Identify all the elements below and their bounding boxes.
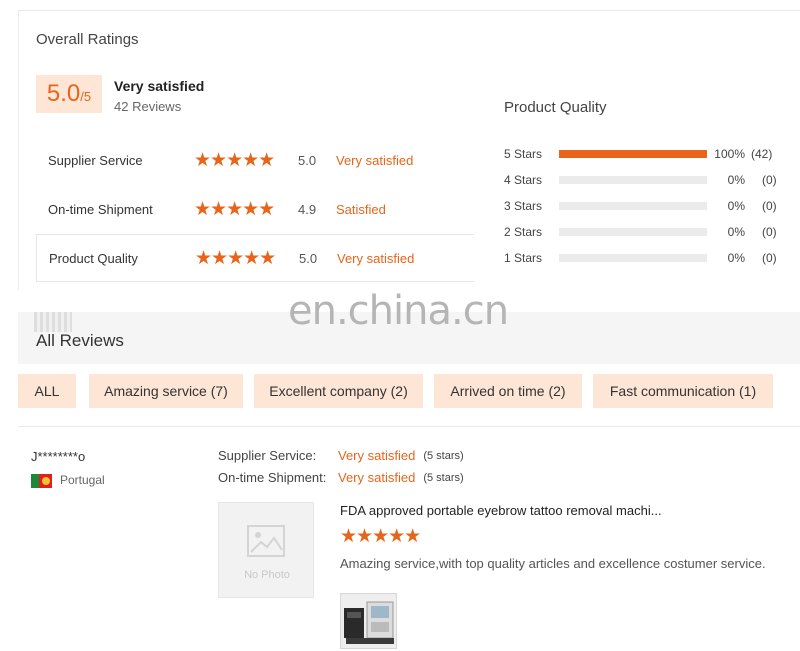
- filter-chip-amazing-service[interactable]: Amazing service (7): [89, 374, 243, 408]
- watermark: en.china.cn: [288, 288, 509, 334]
- star-distribution-bar: [559, 254, 707, 262]
- rating-label: Satisfied: [336, 201, 386, 217]
- star-distribution-percent: 100%: [714, 147, 745, 161]
- rating-value: 4.9: [298, 201, 317, 217]
- review-shipment-value: Very satisfied: [338, 470, 416, 485]
- filter-chip-all[interactable]: ALL: [18, 374, 76, 408]
- star-distribution-bar: [559, 202, 707, 210]
- rating-label: Very satisfied: [337, 250, 415, 266]
- filter-divider: [18, 426, 800, 427]
- star-distribution-label: 5 Stars: [504, 147, 543, 161]
- star-rating-icon: ★★★★★: [195, 247, 276, 269]
- rating-label: Very satisfied: [336, 152, 414, 168]
- review-supplier-service: Supplier Service: Very satisfied (5 star…: [218, 448, 464, 463]
- rating-row-supplier-service: Supplier Service ★★★★★ 5.0 Very satisfie…: [36, 136, 474, 184]
- star-distribution-bar: [559, 150, 707, 158]
- reviews-count: 42 Reviews: [114, 99, 182, 114]
- all-reviews-title: All Reviews: [36, 331, 124, 350]
- image-placeholder-icon: [247, 525, 285, 557]
- star-distribution-row: 4 Stars 0% (0): [504, 172, 777, 188]
- star-distribution-row: 5 Stars 100% (42): [504, 146, 772, 162]
- star-rating-icon: ★★★★★: [194, 149, 275, 171]
- rating-value: 5.0: [299, 250, 318, 266]
- review-shipment-label: On-time Shipment:: [218, 470, 327, 485]
- review-text: Amazing service,with top quality article…: [340, 556, 766, 571]
- overall-score: 5.0: [46, 80, 81, 107]
- product-title-link[interactable]: FDA approved portable eyebrow tattoo rem…: [340, 503, 662, 518]
- rating-name: Product Quality: [49, 250, 138, 266]
- star-distribution-fill: [559, 150, 707, 158]
- star-distribution-count: (42): [751, 147, 773, 161]
- overall-score-box: 5.0 /5: [36, 75, 102, 113]
- blurred-area: [34, 312, 72, 332]
- product-quality-title: Product Quality: [504, 99, 607, 116]
- star-distribution-row: 3 Stars 0% (0): [504, 198, 777, 214]
- product-image-placeholder[interactable]: No Photo: [218, 502, 314, 598]
- star-distribution-percent: 0%: [727, 173, 745, 187]
- reviewer-country: Portugal: [60, 473, 105, 487]
- star-distribution-percent: 0%: [727, 251, 745, 265]
- review-shipment-stars: (5 stars): [423, 471, 464, 484]
- review-stars-icon: ★★★★★: [340, 526, 421, 547]
- star-distribution-bar: [559, 176, 707, 184]
- star-rating-icon: ★★★★★: [194, 198, 275, 220]
- star-distribution-count: (0): [762, 199, 777, 213]
- top-divider: [18, 10, 800, 11]
- portugal-flag-icon: [31, 474, 52, 488]
- filter-chip-excellent-company[interactable]: Excellent company (2): [254, 374, 423, 408]
- star-distribution-bar: [559, 228, 707, 236]
- star-distribution-percent: 0%: [727, 225, 745, 239]
- star-distribution-percent: 0%: [727, 199, 745, 213]
- star-distribution-count: (0): [762, 173, 777, 187]
- star-distribution-row: 2 Stars 0% (0): [504, 224, 777, 240]
- review-supplier-service-stars: (5 stars): [423, 449, 464, 462]
- review-on-time-shipment: On-time Shipment: Very satisfied (5 star…: [218, 470, 464, 485]
- left-divider: [18, 10, 19, 290]
- star-distribution-count: (0): [762, 251, 777, 265]
- review-supplier-service-label: Supplier Service:: [218, 448, 317, 463]
- star-distribution-label: 3 Stars: [504, 199, 543, 213]
- reviewer-name: J********o: [31, 449, 86, 464]
- review-photo-image: [341, 594, 396, 648]
- overall-score-label: Very satisfied: [114, 78, 205, 94]
- review-photo-thumbnail[interactable]: [340, 593, 397, 649]
- rating-name: Supplier Service: [48, 152, 143, 168]
- rating-row-product-quality[interactable]: Product Quality ★★★★★ 5.0 Very satisfied: [36, 234, 474, 282]
- star-distribution-label: 4 Stars: [504, 173, 543, 187]
- rating-name: On-time Shipment: [48, 201, 153, 217]
- star-distribution-count: (0): [762, 225, 777, 239]
- overall-score-unit: /5: [80, 89, 92, 104]
- rating-row-on-time-shipment: On-time Shipment ★★★★★ 4.9 Satisfied: [36, 185, 474, 233]
- overall-ratings-title: Overall Ratings: [36, 31, 139, 48]
- star-distribution-row: 1 Stars 0% (0): [504, 250, 777, 266]
- star-distribution-label: 2 Stars: [504, 225, 543, 239]
- filter-chip-arrived-on-time[interactable]: Arrived on time (2): [434, 374, 582, 408]
- no-photo-label: No Photo: [244, 569, 290, 581]
- rating-value: 5.0: [298, 152, 317, 168]
- filter-chip-fast-communication[interactable]: Fast communication (1): [593, 374, 773, 408]
- review-supplier-service-value: Very satisfied: [338, 448, 416, 463]
- star-distribution-label: 1 Stars: [504, 251, 543, 265]
